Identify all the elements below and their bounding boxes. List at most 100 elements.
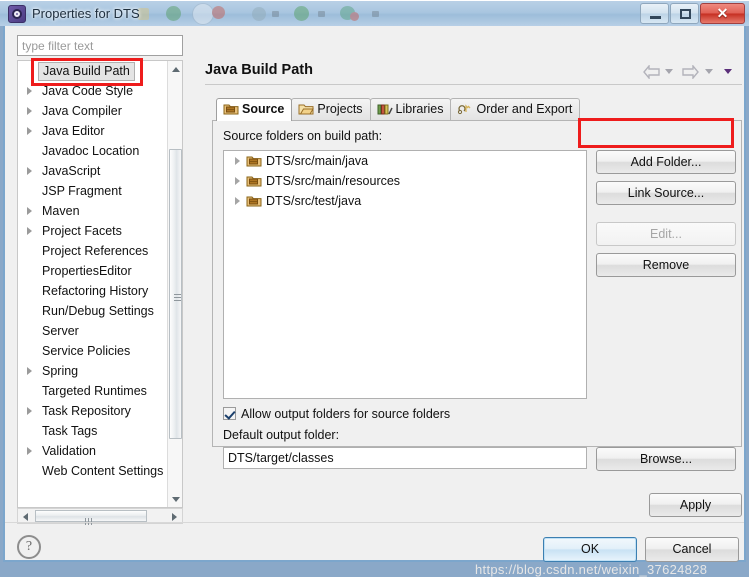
scroll-up-arrow-icon[interactable]: [168, 61, 182, 77]
page-navigation: [642, 63, 732, 82]
link-source-button[interactable]: Link Source...: [596, 181, 736, 205]
sidebar-item-targeted-runtimes[interactable]: Targeted Runtimes: [18, 381, 168, 401]
tab-libraries[interactable]: Libraries: [369, 98, 452, 121]
sidebar-item-task-repository[interactable]: Task Repository: [18, 401, 168, 421]
scroll-grip-icon: [174, 294, 181, 301]
allow-output-folders-checkbox[interactable]: [223, 407, 236, 420]
sidebar-item-label: Java Compiler: [42, 104, 122, 118]
expand-arrow-icon[interactable]: [27, 167, 32, 175]
watermark-text: https://blog.csdn.net/weixin_37624828: [475, 562, 708, 577]
sidebar-item-java-compiler[interactable]: Java Compiler: [18, 101, 168, 121]
sidebar-item-spring[interactable]: Spring: [18, 361, 168, 381]
tab-order-and-export[interactable]: Order and Export: [450, 98, 581, 121]
tab-label: Order and Export: [476, 102, 573, 116]
back-dropdown-icon[interactable]: [664, 69, 673, 75]
source-folder-icon: [246, 154, 262, 168]
sidebar-item-javadoc-location[interactable]: Javadoc Location: [18, 141, 168, 161]
sidebar-item-jsp-fragment[interactable]: JSP Fragment: [18, 181, 168, 201]
sidebar-item-validation[interactable]: Validation: [18, 441, 168, 461]
minimize-button[interactable]: [640, 3, 669, 24]
sidebar-item-label: Project Facets: [42, 224, 122, 238]
forward-arrow-icon[interactable]: [682, 63, 700, 80]
projects-icon: [298, 102, 315, 116]
apply-button[interactable]: Apply: [649, 493, 742, 517]
sidebar-item-refactoring-history[interactable]: Refactoring History: [18, 281, 168, 301]
source-folder-label: DTS/src/test/java: [266, 194, 362, 208]
maximize-button[interactable]: [670, 3, 699, 24]
tab-projects[interactable]: Projects: [291, 98, 371, 121]
expand-arrow-icon[interactable]: [27, 227, 32, 235]
title-bar: Properties for DTS ✕: [0, 0, 749, 26]
source-folder-row[interactable]: DTS/src/main/resources: [224, 171, 586, 191]
ok-button[interactable]: OK: [543, 537, 637, 562]
expand-arrow-icon[interactable]: [27, 127, 32, 135]
allow-output-folders-row[interactable]: Allow output folders for source folders: [223, 407, 450, 421]
back-arrow-icon[interactable]: [642, 63, 660, 80]
sidebar-item-label: Maven: [42, 204, 80, 218]
filter-input[interactable]: type filter text: [17, 35, 183, 56]
sidebar-item-maven[interactable]: Maven: [18, 201, 168, 221]
close-button[interactable]: ✕: [700, 3, 745, 24]
sidebar-item-label: Validation: [42, 444, 96, 458]
browse-button[interactable]: Browse...: [596, 447, 736, 471]
sidebar-item-web-content-settings[interactable]: Web Content Settings: [18, 461, 168, 481]
expand-arrow-icon[interactable]: [27, 107, 32, 115]
tree-hscroll-thumb[interactable]: [35, 510, 147, 525]
expand-arrow-icon[interactable]: [27, 207, 32, 215]
tree-scroll-thumb[interactable]: [169, 149, 182, 439]
cancel-button[interactable]: Cancel: [645, 537, 739, 562]
expand-arrow-icon[interactable]: [235, 197, 240, 205]
default-output-folder-label: Default output folder:: [223, 428, 340, 442]
sidebar-item-task-tags[interactable]: Task Tags: [18, 421, 168, 441]
sidebar-item-java-editor[interactable]: Java Editor: [18, 121, 168, 141]
scroll-right-arrow-icon[interactable]: [167, 509, 182, 523]
window-controls: ✕: [639, 3, 745, 24]
sidebar-item-server[interactable]: Server: [18, 321, 168, 341]
background-toolbar-icons: [132, 1, 412, 26]
expand-arrow-icon[interactable]: [27, 407, 32, 415]
source-folder-row[interactable]: DTS/src/main/java: [224, 151, 586, 171]
add-folder-button[interactable]: Add Folder...: [596, 150, 736, 174]
tree-vertical-scrollbar[interactable]: [167, 61, 182, 507]
help-icon[interactable]: ?: [17, 535, 41, 559]
default-output-folder-input[interactable]: DTS/target/classes: [223, 447, 587, 469]
sidebar-item-java-code-style[interactable]: Java Code Style: [18, 81, 168, 101]
sidebar-item-label: JSP Fragment: [42, 184, 122, 198]
sidebar-item-project-facets[interactable]: Project Facets: [18, 221, 168, 241]
sidebar-item-label: Java Code Style: [42, 84, 134, 98]
sidebar-item-label: Spring: [42, 364, 79, 378]
sidebar-item-label: Refactoring History: [42, 284, 149, 298]
sidebar-item-label: JavaScript: [42, 164, 101, 178]
sidebar-item-label: Targeted Runtimes: [42, 384, 147, 398]
expand-arrow-icon[interactable]: [27, 447, 32, 455]
source-folders-list[interactable]: DTS/src/main/java DTS/src/main/resources D…: [223, 150, 587, 399]
properties-dialog-window: Properties for DTS ✕ type filter text Ja…: [0, 0, 749, 577]
forward-dropdown-icon[interactable]: [704, 69, 713, 75]
expand-arrow-icon[interactable]: [235, 177, 240, 185]
close-icon: ✕: [716, 5, 729, 21]
scroll-down-arrow-icon[interactable]: [168, 491, 182, 507]
source-folders-label: Source folders on build path:: [223, 129, 383, 143]
sidebar-item-service-policies[interactable]: Service Policies: [18, 341, 168, 361]
source-folder-row[interactable]: DTS/src/test/java: [224, 191, 586, 211]
sidebar-item-java-build-path[interactable]: Java Build Path: [18, 61, 168, 81]
expand-arrow-icon[interactable]: [235, 157, 240, 165]
tab-source[interactable]: Source: [216, 98, 293, 121]
expand-arrow-icon[interactable]: [27, 87, 32, 95]
remove-button[interactable]: Remove: [596, 253, 736, 277]
source-folder-label: DTS/src/main/resources: [266, 174, 401, 188]
sidebar-item-propertieseditor[interactable]: PropertiesEditor: [18, 261, 168, 281]
scroll-left-arrow-icon[interactable]: [18, 509, 33, 523]
sidebar-item-project-references[interactable]: Project References: [18, 241, 168, 261]
sidebar-item-label: Web Content Settings: [42, 464, 164, 478]
sidebar-item-label: Java Build Path: [38, 62, 135, 81]
expand-arrow-icon[interactable]: [27, 367, 32, 375]
sidebar-item-run-debug-settings[interactable]: Run/Debug Settings: [18, 301, 168, 321]
sidebar-item-label: Server: [42, 324, 79, 338]
source-folder-icon: [246, 194, 262, 208]
edit-button: Edit...: [596, 222, 736, 246]
build-path-tabs: Source Projects Libraries Order and Export: [216, 98, 581, 121]
settings-tree[interactable]: Java Build Path Java Code Style Java Compi…: [17, 60, 183, 508]
view-menu-icon[interactable]: [724, 69, 732, 75]
sidebar-item-javascript[interactable]: JavaScript: [18, 161, 168, 181]
